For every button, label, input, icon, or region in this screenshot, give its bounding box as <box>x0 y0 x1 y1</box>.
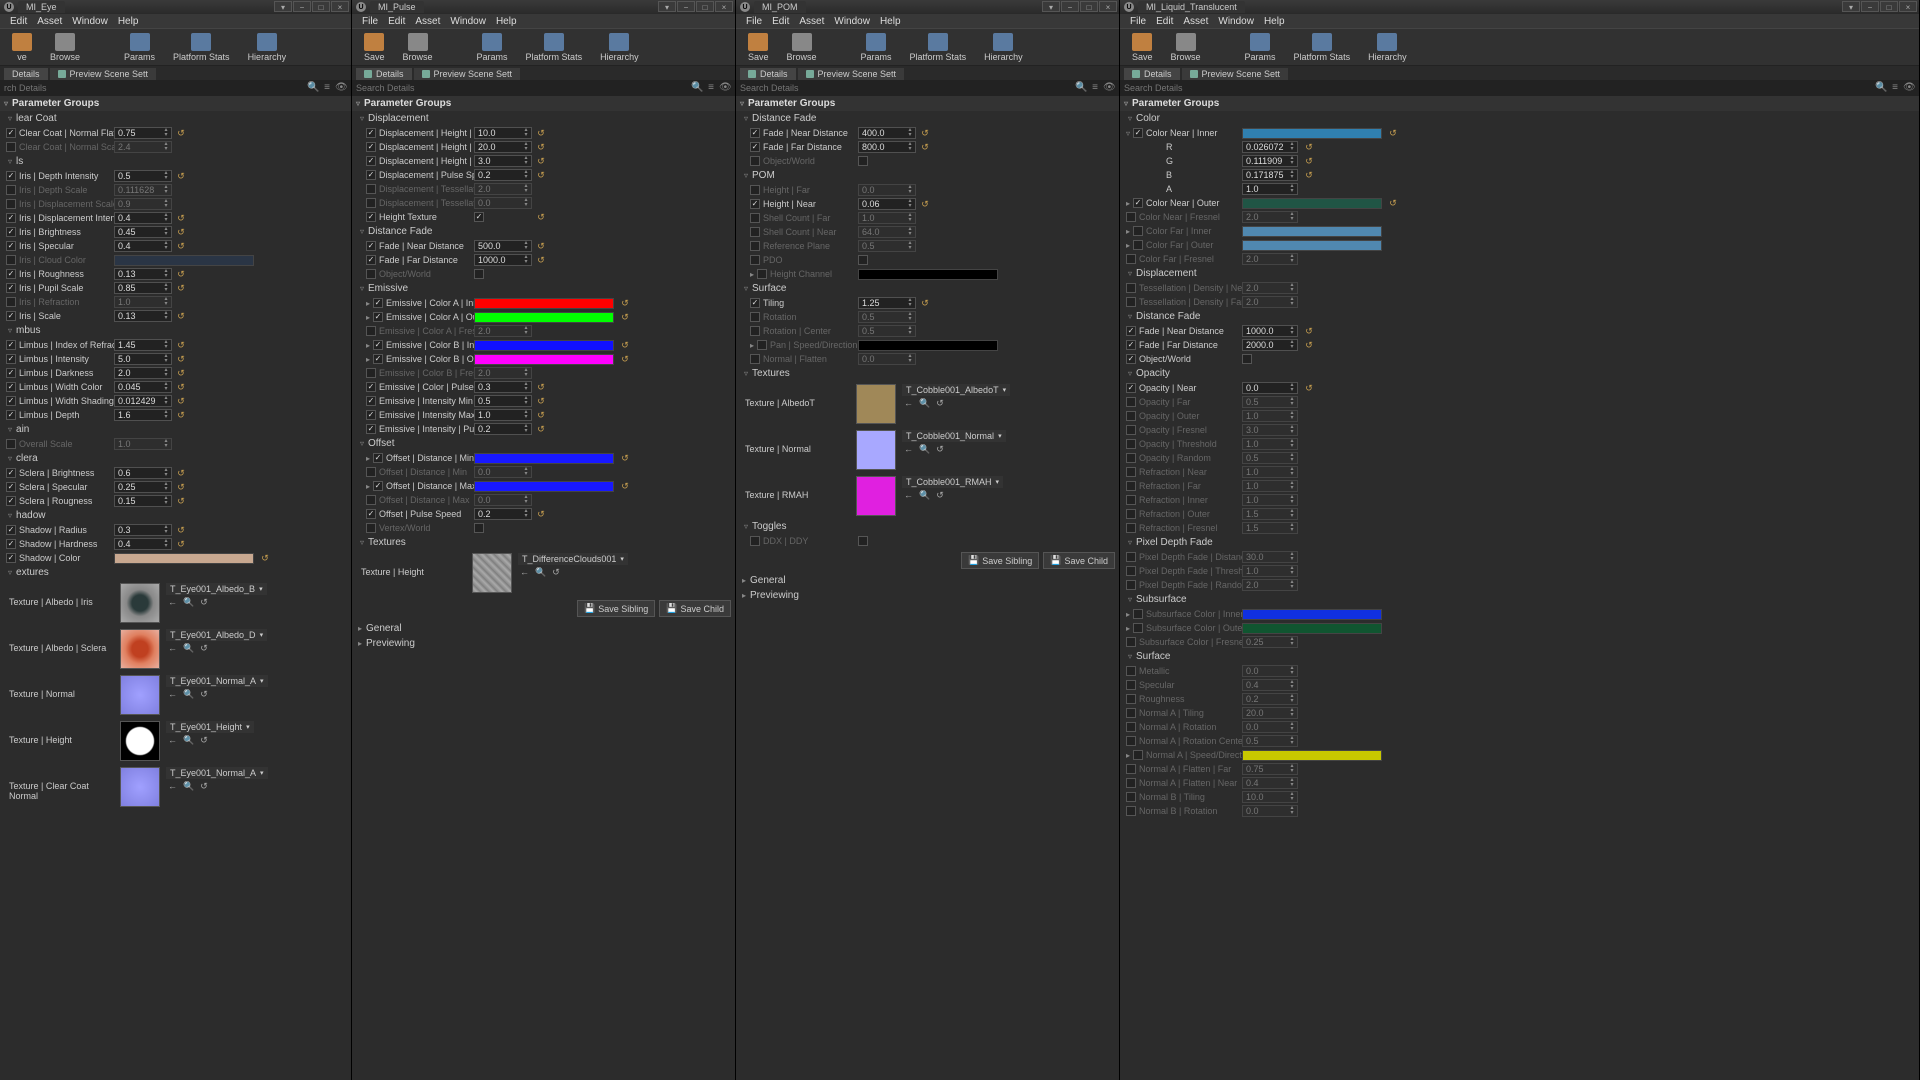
browse-button[interactable]: Browse <box>44 31 86 64</box>
toolbar: ve Browse Params Platform Stats Hierarch… <box>0 28 351 66</box>
editor-tabs: Details Preview Scene Sett <box>0 66 351 80</box>
use-icon[interactable]: ← <box>166 597 179 608</box>
browse-icon[interactable]: 🔍 <box>181 597 196 608</box>
minimize-icon[interactable]: − <box>293 1 311 12</box>
window-title[interactable]: MI_Pulse <box>370 1 424 13</box>
browse-button[interactable]: Browse <box>397 31 439 64</box>
menu-window[interactable]: Window <box>68 16 112 27</box>
texture-thumb[interactable] <box>120 583 160 623</box>
window-pulse: U MI_Pulse ▾−□× FileEditAssetWindowHelp … <box>352 0 736 1080</box>
window-liquid: UMI_Liquid_Translucent▾−□× FileEditAsset… <box>1120 0 1920 1080</box>
group-sclera[interactable]: clera <box>0 451 351 466</box>
parameter-groups-header[interactable]: Parameter Groups <box>0 96 351 111</box>
close-icon[interactable]: × <box>331 1 349 12</box>
platform-button[interactable]: Platform Stats <box>167 31 236 64</box>
save-button[interactable]: Save <box>358 31 391 64</box>
group-iris[interactable]: ls <box>0 154 351 169</box>
search-input[interactable] <box>4 83 305 93</box>
menu-edit[interactable]: Edit <box>6 16 31 27</box>
group-shadow[interactable]: hadow <box>0 508 351 523</box>
texture-thumb[interactable] <box>120 675 160 715</box>
group-main[interactable]: ain <box>0 422 351 437</box>
tab-details[interactable]: Details <box>4 68 48 80</box>
ue-logo-icon: U <box>356 2 366 12</box>
color-swatch[interactable] <box>114 553 254 564</box>
eye-icon[interactable]: 👁 <box>335 82 347 94</box>
hierarchy-button[interactable]: Hierarchy <box>242 31 293 64</box>
filter-icon[interactable]: ≡ <box>321 82 333 94</box>
previewing-section[interactable]: Previewing <box>352 636 735 651</box>
menu-help[interactable]: Help <box>114 16 143 27</box>
group-clearcoat[interactable]: lear Coat <box>0 111 351 126</box>
details-panel: Parameter Groups lear Coat Clear Coat | … <box>0 96 351 1080</box>
tab-preview[interactable]: Preview Scene Sett <box>50 68 157 80</box>
window-title[interactable]: MI_Eye <box>18 1 65 13</box>
spinner[interactable]: 0.75▴▾ <box>114 127 172 139</box>
reset-icon[interactable]: ↺ <box>198 597 210 608</box>
checkbox[interactable] <box>6 142 16 152</box>
save-child-button[interactable]: 💾 Save Child <box>659 600 731 617</box>
color-swatch[interactable] <box>474 298 614 309</box>
color-swatch <box>114 255 254 266</box>
general-section[interactable]: General <box>352 621 735 636</box>
search-icon[interactable]: 🔍 <box>307 82 319 94</box>
reset-icon[interactable]: ↺ <box>176 128 186 139</box>
ue-logo-icon: U <box>4 2 14 12</box>
btn-ve[interactable]: ve <box>6 31 38 64</box>
save-sibling-button[interactable]: 💾 Save Sibling <box>577 600 655 617</box>
maximize-icon[interactable]: □ <box>312 1 330 12</box>
texture-thumb[interactable] <box>120 629 160 669</box>
group-textures[interactable]: extures <box>0 565 351 580</box>
texture-dropdown[interactable]: T_Eye001_Albedo_B <box>166 583 267 595</box>
window-pom: UMI_POM▾−□× FileEditAssetWindowHelp Save… <box>736 0 1120 1080</box>
group-limbus[interactable]: mbus <box>0 323 351 338</box>
window-eye: U MI_Eye ▾ − □ × Edit Asset Window Help … <box>0 0 352 1080</box>
search-bar: 🔍 ≡ 👁 <box>0 80 351 96</box>
arrow-icon[interactable]: ▾ <box>274 1 292 12</box>
texture-thumb[interactable] <box>120 721 160 761</box>
menubar: Edit Asset Window Help <box>0 14 351 28</box>
params-button[interactable]: Params <box>118 31 161 64</box>
texture-thumb[interactable] <box>120 767 160 807</box>
titlebar: U MI_Eye ▾ − □ × <box>0 0 351 14</box>
checkbox[interactable] <box>6 128 16 138</box>
menu-asset[interactable]: Asset <box>33 16 66 27</box>
